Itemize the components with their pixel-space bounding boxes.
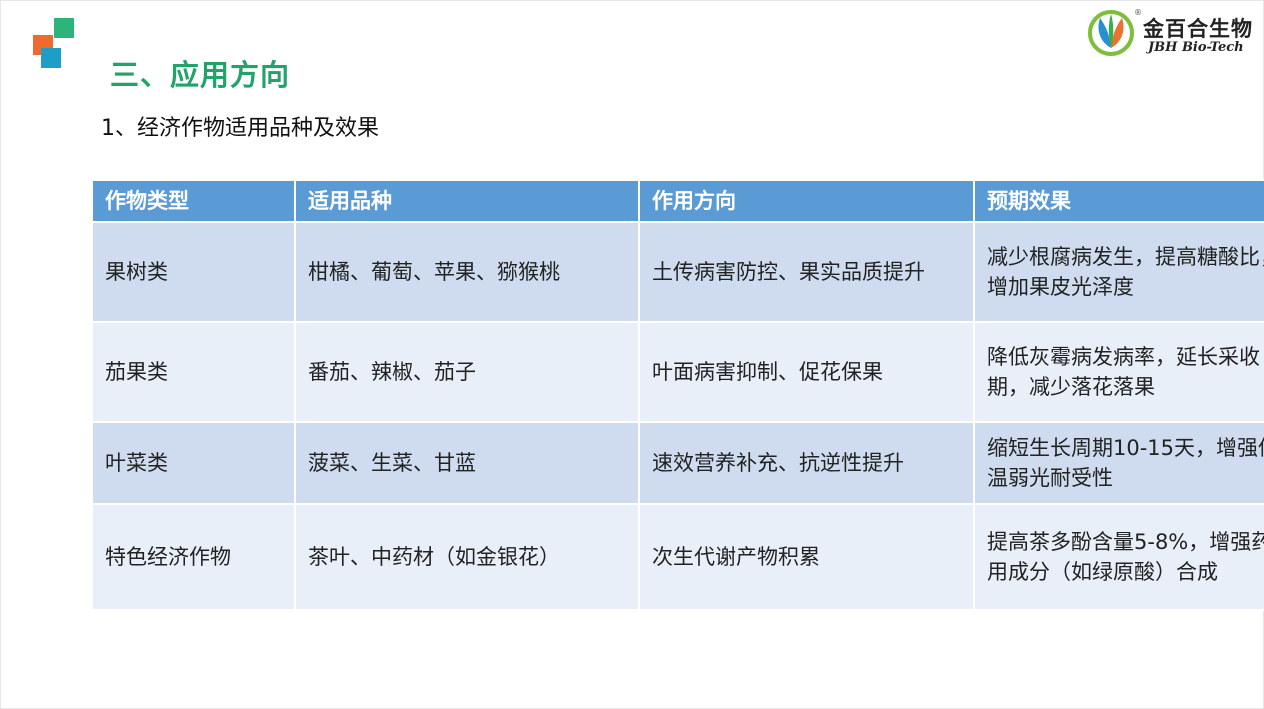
decor-square-green (54, 18, 74, 38)
column-header: 预期效果 (973, 179, 1264, 223)
table-cell: 茄果类 (91, 321, 296, 423)
table-cell: 茶叶、中药材（如金银花） (294, 503, 640, 611)
table-cell: 次生代谢产物积累 (638, 503, 975, 611)
company-logo: ® 金百合生物 JBH Bio-Tech (1086, 8, 1258, 58)
table-row: 茄果类 番茄、辣椒、茄子 叶面病害抑制、促花保果 降低灰霉病发病率，延长采收期，… (91, 321, 1264, 423)
sub-title: 1、经济作物适用品种及效果 (101, 116, 379, 141)
table-row: 果树类 柑橘、葡萄、苹果、猕猴桃 土传病害防控、果实品质提升 减少根腐病发生，提… (91, 221, 1264, 323)
column-header: 适用品种 (294, 179, 640, 223)
decor-square-blue (41, 48, 61, 68)
table-header-row: 作物类型 适用品种 作用方向 预期效果 (91, 179, 1264, 223)
logo-name: 金百合生物 (1143, 16, 1253, 41)
table-cell: 果树类 (91, 221, 296, 323)
table-cell: 降低灰霉病发病率，延长采收期，减少落花落果 (973, 321, 1264, 423)
table-cell: 叶面病害抑制、促花保果 (638, 321, 975, 423)
slide: ® 金百合生物 JBH Bio-Tech 三、应用方向 1、经济作物适用品种及效… (0, 0, 1264, 709)
section-title: 三、应用方向 (110, 58, 291, 92)
lily-logo-icon (1088, 10, 1134, 56)
column-header: 作物类型 (91, 179, 296, 223)
table-cell: 特色经济作物 (91, 503, 296, 611)
table-cell: 柑橘、葡萄、苹果、猕猴桃 (294, 221, 640, 323)
crop-application-table: 作物类型 适用品种 作用方向 预期效果 果树类 柑橘、葡萄、苹果、猕猴桃 土传病… (91, 179, 1264, 611)
table-cell: 提高茶多酚含量5-8%，增强药用成分（如绿原酸）合成 (973, 503, 1264, 611)
table-cell: 速效营养补充、抗逆性提升 (638, 421, 975, 505)
logo-english: JBH Bio-Tech (1148, 40, 1244, 55)
table-cell: 叶菜类 (91, 421, 296, 505)
table-row: 叶菜类 菠菜、生菜、甘蓝 速效营养补充、抗逆性提升 缩短生长周期10-15天，增… (91, 421, 1264, 505)
table-cell: 番茄、辣椒、茄子 (294, 321, 640, 423)
table-cell: 减少根腐病发生，提高糖酸比，增加果皮光泽度 (973, 221, 1264, 323)
table-cell: 土传病害防控、果实品质提升 (638, 221, 975, 323)
registered-mark: ® (1134, 8, 1142, 17)
table-cell: 缩短生长周期10-15天，增强低温弱光耐受性 (973, 421, 1264, 505)
table-cell: 菠菜、生菜、甘蓝 (294, 421, 640, 505)
column-header: 作用方向 (638, 179, 975, 223)
table-row: 特色经济作物 茶叶、中药材（如金银花） 次生代谢产物积累 提高茶多酚含量5-8%… (91, 503, 1264, 611)
